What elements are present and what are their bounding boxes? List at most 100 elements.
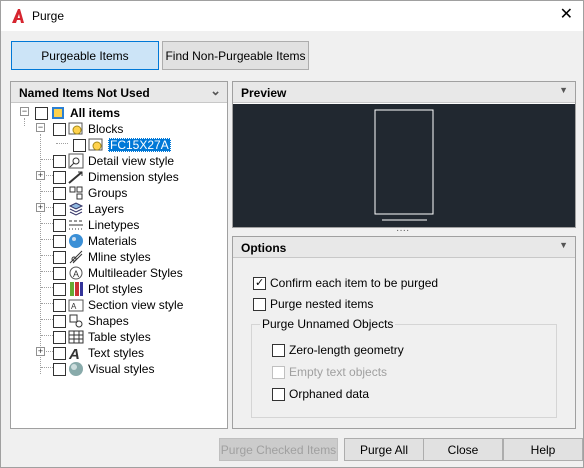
tree-item[interactable]: Layers (53, 201, 124, 217)
purgeable-items-label: Purgeable Items (41, 48, 129, 63)
nested-checkbox[interactable] (253, 297, 266, 311)
purgeable-items-button[interactable]: Purgeable Items (11, 41, 159, 70)
tree-item-checkbox[interactable] (53, 362, 66, 376)
table-styles-icon (68, 330, 84, 344)
tree-item[interactable]: Visual styles (53, 361, 154, 377)
orphaned-label: Orphaned data (289, 387, 370, 401)
tree-item-label: Plot styles (88, 282, 143, 296)
tree-item[interactable]: Mline styles (53, 249, 151, 265)
zero-length-label: Zero-length geometry (289, 343, 404, 357)
tree-item-checkbox[interactable] (53, 346, 66, 360)
expand-blocks-toggle[interactable]: − (36, 123, 45, 132)
purge-all-button[interactable]: Purge All (344, 438, 424, 461)
preview-header: Preview ▼ (233, 82, 575, 103)
tree-item[interactable]: Groups (53, 185, 127, 201)
purge-checked-items-button: Purge Checked Items (219, 438, 338, 461)
tree-item-label: Table styles (88, 330, 151, 344)
blocks-label: Blocks (88, 122, 124, 136)
tree-item[interactable]: Shapes (53, 313, 129, 329)
options-chevron-icon[interactable]: ▼ (559, 240, 568, 250)
confirm-checkbox[interactable]: ✓ (253, 276, 266, 290)
visual-styles-icon (69, 362, 83, 376)
confirm-each-item-option[interactable]: ✓ Confirm each item to be purged (253, 276, 438, 290)
text-styles-icon: A (68, 346, 80, 361)
tree-item-label: Linetypes (88, 218, 140, 232)
tree-item[interactable]: Detail view style (53, 153, 174, 169)
tree-item[interactable]: Linetypes (53, 217, 139, 233)
tree-item-block-child[interactable]: FC15X27A (73, 137, 171, 153)
expand-text-styles-toggle[interactable]: + (36, 347, 45, 356)
tree-item-checkbox[interactable] (53, 266, 66, 280)
svg-text:A: A (68, 346, 80, 361)
tree-item-checkbox[interactable] (53, 234, 66, 248)
window-title: Purge (32, 9, 65, 23)
tree-item-label: Dimension styles (88, 170, 179, 184)
tree-item[interactable]: A Section view style (53, 297, 183, 313)
orphaned-checkbox[interactable] (272, 387, 285, 401)
preview-chevron-icon[interactable]: ▼ (559, 85, 568, 95)
tree-panel-header: Named Items Not Used ⌄ (11, 82, 227, 103)
block-child-checkbox[interactable] (73, 138, 86, 152)
orphaned-data-option[interactable]: Orphaned data (272, 387, 369, 401)
tree-item-checkbox[interactable] (53, 314, 66, 328)
tree-item-checkbox[interactable] (53, 330, 66, 344)
tree-item-checkbox[interactable] (53, 298, 66, 312)
close-icon[interactable]: ✕ (560, 7, 573, 23)
preview-canvas (233, 104, 575, 227)
collapse-chevron-icon[interactable]: ⌄ (210, 83, 221, 99)
section-view-icon: A (68, 299, 84, 312)
expand-layers-toggle[interactable]: + (36, 203, 45, 212)
tree-item-label: Visual styles (88, 362, 155, 376)
tree-item-checkbox[interactable] (53, 282, 66, 296)
tree-item-all-items[interactable]: All items (35, 105, 120, 121)
all-items-checkbox[interactable] (35, 106, 48, 120)
groups-icon (69, 186, 83, 200)
expand-dimension-style-toggle[interactable]: + (36, 171, 45, 180)
materials-icon (69, 234, 83, 248)
close-button[interactable]: Close (423, 438, 503, 461)
purge-nested-option[interactable]: Purge nested items (253, 297, 373, 311)
tree-item-label: Text styles (88, 346, 145, 360)
tree-item-checkbox[interactable] (53, 170, 66, 184)
tree-item-checkbox[interactable] (53, 186, 66, 200)
tree-item-checkbox[interactable] (53, 154, 66, 168)
tree-item-label: Mline styles (88, 250, 151, 264)
tree-item[interactable]: Plot styles (53, 281, 143, 297)
tree-item[interactable]: Dimension styles (53, 169, 179, 185)
tree-item[interactable]: A Multileader Styles (53, 265, 183, 281)
tree-item-label: Layers (88, 202, 125, 216)
zero-length-option[interactable]: Zero-length geometry (272, 343, 404, 357)
close-label: Close (447, 442, 479, 457)
checkmark-icon: ✓ (255, 276, 265, 289)
unnamed-group-title: Purge Unnamed Objects (260, 317, 396, 331)
block-icon (88, 138, 103, 151)
find-non-purgeable-label: Find Non-Purgeable Items (165, 48, 306, 63)
purge-checked-label: Purge Checked Items (220, 442, 337, 457)
tree-item-checkbox[interactable] (53, 202, 66, 216)
help-label: Help (530, 442, 556, 457)
purge-unnamed-group: Purge Unnamed Objects Zero-length geomet… (251, 317, 557, 418)
tree-item[interactable]: Materials (53, 233, 137, 249)
nested-label: Purge nested items (270, 297, 374, 311)
zero-length-checkbox[interactable] (272, 343, 285, 357)
tree-item-blocks[interactable]: Blocks (53, 121, 123, 137)
tree-item-checkbox[interactable] (53, 250, 66, 264)
shapes-icon (69, 314, 83, 328)
purge-dialog: Purge ✕ Purgeable Items Find Non-Purgeab… (0, 0, 584, 468)
empty-text-option: Empty text objects (272, 365, 387, 379)
tree-item-checkbox[interactable] (53, 218, 66, 232)
find-non-purgeable-button[interactable]: Find Non-Purgeable Items (162, 41, 309, 70)
tree-item[interactable]: Table styles (53, 329, 151, 345)
confirm-label: Confirm each item to be purged (270, 276, 439, 290)
splitter-grip[interactable]: ···· (396, 226, 412, 236)
blocks-checkbox[interactable] (53, 122, 66, 136)
expand-all-items-toggle[interactable]: − (20, 107, 29, 116)
tree-item[interactable]: A Text styles (53, 345, 144, 361)
tree-item-label: Detail view style (88, 154, 175, 168)
tree-panel-title: Named Items Not Used (19, 86, 150, 100)
options-panel: Options ▼ ✓ Confirm each item to be purg… (232, 236, 576, 429)
detail-view-icon (68, 153, 84, 169)
preview-title: Preview (241, 86, 287, 100)
preview-panel: Preview ▼ (232, 81, 576, 228)
help-button[interactable]: Help (503, 438, 583, 461)
